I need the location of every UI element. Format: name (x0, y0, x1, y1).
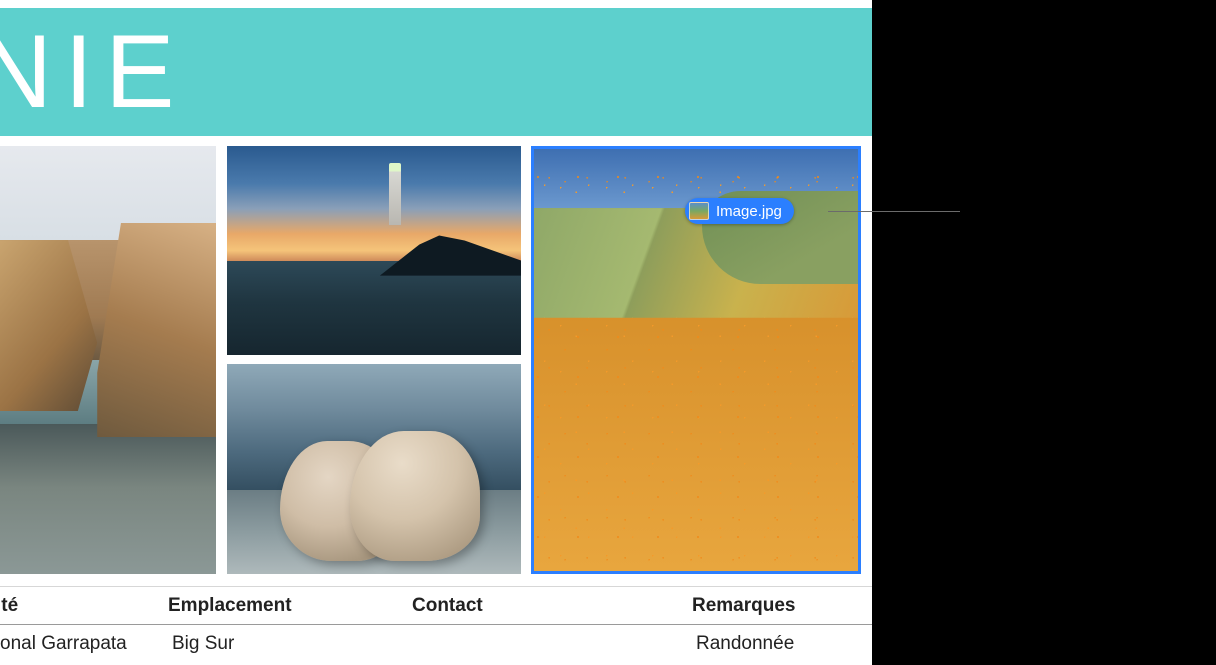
drag-file-label: Image.jpg (716, 203, 782, 220)
drag-file-thumbnail-icon (689, 202, 709, 220)
table-header-cell[interactable]: Contact (412, 595, 692, 617)
image-placeholder-lighthouse[interactable] (227, 146, 521, 355)
drag-file-indicator[interactable]: Image.jpg (685, 198, 794, 224)
table-header-row: ité Emplacement Contact Remarques (0, 586, 872, 624)
table-cell[interactable]: Randonnée (696, 633, 872, 655)
callout-leader-line (828, 211, 960, 212)
data-table[interactable]: ité Emplacement Contact Remarques onal G… (0, 586, 872, 662)
page-title[interactable]: RNIE (0, 13, 186, 132)
table-cell[interactable]: Big Sur (172, 633, 416, 655)
table-row[interactable]: onal Garrapata Big Sur Randonnée (0, 624, 872, 662)
table-header-cell[interactable]: Emplacement (168, 595, 412, 617)
document-canvas[interactable]: RNIE Image.jpg ité Emplacement Contact R… (0, 0, 872, 665)
image-placeholder-coast[interactable] (0, 146, 216, 574)
table-header-cell[interactable]: Remarques (692, 595, 868, 617)
image-placeholder-sealions[interactable] (227, 364, 521, 574)
table-cell[interactable]: onal Garrapata (0, 633, 172, 655)
header-banner: RNIE (0, 8, 872, 136)
table-header-cell[interactable]: ité (0, 595, 168, 617)
